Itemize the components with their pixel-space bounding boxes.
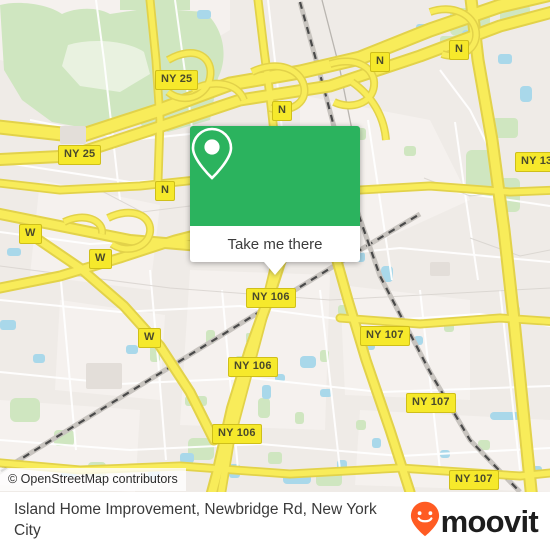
shield-n-c[interactable]: N <box>272 101 293 121</box>
osm-attribution[interactable]: © OpenStreetMap contributors <box>0 468 186 491</box>
map-screenshot: NY 25 NY 25 N N N N W W W NY 13 NY 106 N… <box>0 0 550 550</box>
shield-ny106-c[interactable]: NY 106 <box>212 424 262 444</box>
map-canvas[interactable]: NY 25 NY 25 N N N N W W W NY 13 NY 106 N… <box>0 0 550 492</box>
place-title: Island Home Improvement, Newbridge Rd, N… <box>14 501 377 539</box>
shield-ny25-a[interactable]: NY 25 <box>155 70 199 90</box>
shield-ny106-a[interactable]: NY 106 <box>246 288 296 308</box>
shield-ny135-clipped[interactable]: NY 13 <box>515 152 550 172</box>
take-me-there-label: Take me there <box>227 235 323 253</box>
shield-w-c[interactable]: W <box>138 328 161 348</box>
shield-w-a[interactable]: W <box>19 224 42 244</box>
location-popup-card[interactable]: Take me there <box>190 126 360 275</box>
take-me-there-button[interactable]: Take me there <box>190 226 360 275</box>
shield-w-b[interactable]: W <box>89 249 112 269</box>
moovit-logo[interactable]: moovit <box>410 501 539 542</box>
caption-bar: Island Home Improvement, Newbridge Rd, N… <box>0 492 550 550</box>
shield-n-b[interactable]: N <box>449 40 470 60</box>
popup-image-panel <box>190 126 360 226</box>
shield-n-a[interactable]: N <box>370 52 391 72</box>
shield-ny25-b[interactable]: NY 25 <box>58 145 102 165</box>
shield-ny107-a[interactable]: NY 107 <box>360 326 410 346</box>
shield-ny107-c[interactable]: NY 107 <box>449 470 499 490</box>
shield-n-d[interactable]: N <box>155 181 176 201</box>
shield-ny107-b[interactable]: NY 107 <box>406 393 456 413</box>
popup-tail <box>264 262 286 275</box>
moovit-smiley-pin-icon <box>410 501 440 542</box>
shield-ny106-b[interactable]: NY 106 <box>228 357 278 377</box>
moovit-wordmark: moovit <box>440 503 539 539</box>
